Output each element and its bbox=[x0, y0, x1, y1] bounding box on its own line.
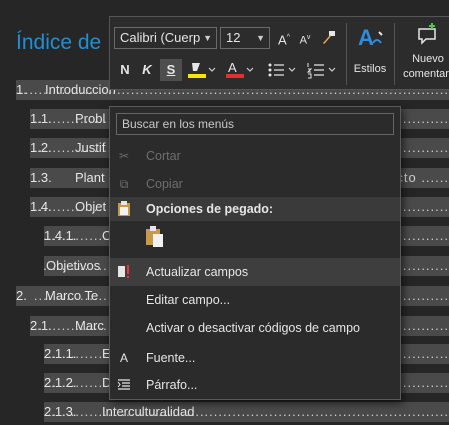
menu-item-toggle-field-codes[interactable]: Activar o desactivar códigos de campo bbox=[110, 314, 400, 342]
format-painter-button[interactable] bbox=[318, 27, 340, 49]
scissors-icon: ✂ bbox=[118, 149, 130, 163]
highlight-color-button[interactable] bbox=[186, 59, 216, 81]
new-comment-icon bbox=[418, 23, 436, 45]
numbering-button[interactable] bbox=[306, 59, 336, 81]
context-menu: Buscar en los menús ✂ Cortar ⧉ Copiar Op… bbox=[109, 106, 401, 400]
menu-item-edit-field[interactable]: Editar campo... bbox=[110, 286, 400, 314]
copy-icon: ⧉ bbox=[119, 177, 129, 191]
font-color-icon: A bbox=[226, 60, 254, 78]
menu-item-label: Activar o desactivar códigos de campo bbox=[146, 321, 360, 335]
font-name-select[interactable]: Calibri (Cuerp ▼ bbox=[114, 27, 217, 49]
paste-icon bbox=[146, 226, 163, 247]
menu-item-font[interactable]: A Fuente... bbox=[110, 344, 400, 372]
shrink-font-button[interactable]: Av bbox=[296, 27, 314, 49]
paragraph-icon bbox=[116, 371, 132, 402]
new-comment-label-2: comentar bbox=[403, 68, 449, 80]
mini-toolbar: Calibri (Cuerp ▼ 12 ▼ A^ Av A Estilos Nu… bbox=[109, 16, 449, 90]
chevron-down-icon: ▼ bbox=[203, 33, 212, 43]
menu-item-cut[interactable]: ✂ Cortar bbox=[110, 142, 400, 170]
styles-label: Estilos bbox=[353, 63, 387, 75]
font-size-select[interactable]: 12 ▼ bbox=[220, 27, 270, 49]
toc-entry-text: Plant bbox=[75, 170, 105, 185]
page-title: Índice de bbox=[16, 31, 102, 54]
svg-text:A: A bbox=[358, 25, 374, 50]
font-color-swatch bbox=[226, 74, 244, 78]
menu-item-label: Fuente... bbox=[146, 351, 196, 365]
svg-text:A: A bbox=[228, 60, 237, 75]
numbered-list-icon bbox=[306, 63, 336, 79]
menu-item-label: Opciones de pegado: bbox=[146, 202, 274, 216]
separator bbox=[394, 23, 395, 85]
paste-options-header: Opciones de pegado: bbox=[110, 197, 400, 221]
menu-item-label: Copiar bbox=[146, 177, 183, 191]
new-comment-button[interactable] bbox=[412, 21, 442, 51]
clipboard-icon bbox=[116, 197, 132, 225]
separator bbox=[346, 23, 347, 85]
menu-search-input[interactable]: Buscar en los menús bbox=[116, 113, 394, 135]
menu-item-label: Párrafo... bbox=[146, 378, 198, 392]
bullets-button[interactable] bbox=[266, 59, 296, 81]
toc-entry[interactable]: 2.1.3. Interculturalidad.................… bbox=[44, 402, 449, 422]
font-name-value: Calibri (Cuerp bbox=[120, 30, 201, 45]
bold-button[interactable]: N bbox=[116, 59, 134, 81]
styles-icon: A bbox=[358, 25, 383, 50]
font-size-value: 12 bbox=[226, 30, 241, 45]
toc-entry-number: 1.3. bbox=[30, 170, 52, 185]
grow-font-icon: A bbox=[278, 32, 287, 48]
menu-item-label: Actualizar campos bbox=[146, 265, 249, 279]
format-painter-icon bbox=[323, 31, 335, 44]
grow-font-button[interactable]: A^ bbox=[275, 27, 293, 49]
menu-item-update-fields[interactable]: Actualizar campos bbox=[110, 258, 400, 286]
menu-item-label: Cortar bbox=[146, 149, 181, 163]
font-color-button[interactable]: A bbox=[224, 59, 254, 81]
menu-item-label: Editar campo... bbox=[146, 293, 231, 307]
bullet-list-icon bbox=[268, 63, 296, 77]
font-icon: A bbox=[119, 351, 128, 365]
new-comment-label-1: Nuevo bbox=[412, 53, 444, 65]
shrink-font-icon: A bbox=[299, 34, 307, 47]
toc-entry-number: 2. bbox=[16, 288, 27, 303]
highlight-swatch bbox=[188, 74, 206, 78]
italic-button[interactable]: K bbox=[138, 59, 156, 81]
styles-button[interactable]: A bbox=[352, 23, 388, 59]
toc-entry-leader: ........................................… bbox=[44, 404, 449, 419]
menu-item-paragraph[interactable]: Párrafo... bbox=[110, 371, 400, 399]
chevron-down-icon: ▼ bbox=[256, 33, 265, 43]
underline-button[interactable]: S bbox=[160, 59, 182, 81]
menu-item-copy[interactable]: ⧉ Copiar bbox=[110, 170, 400, 198]
highlighter-icon bbox=[188, 63, 216, 78]
paste-keep-formatting-button[interactable] bbox=[144, 225, 168, 251]
